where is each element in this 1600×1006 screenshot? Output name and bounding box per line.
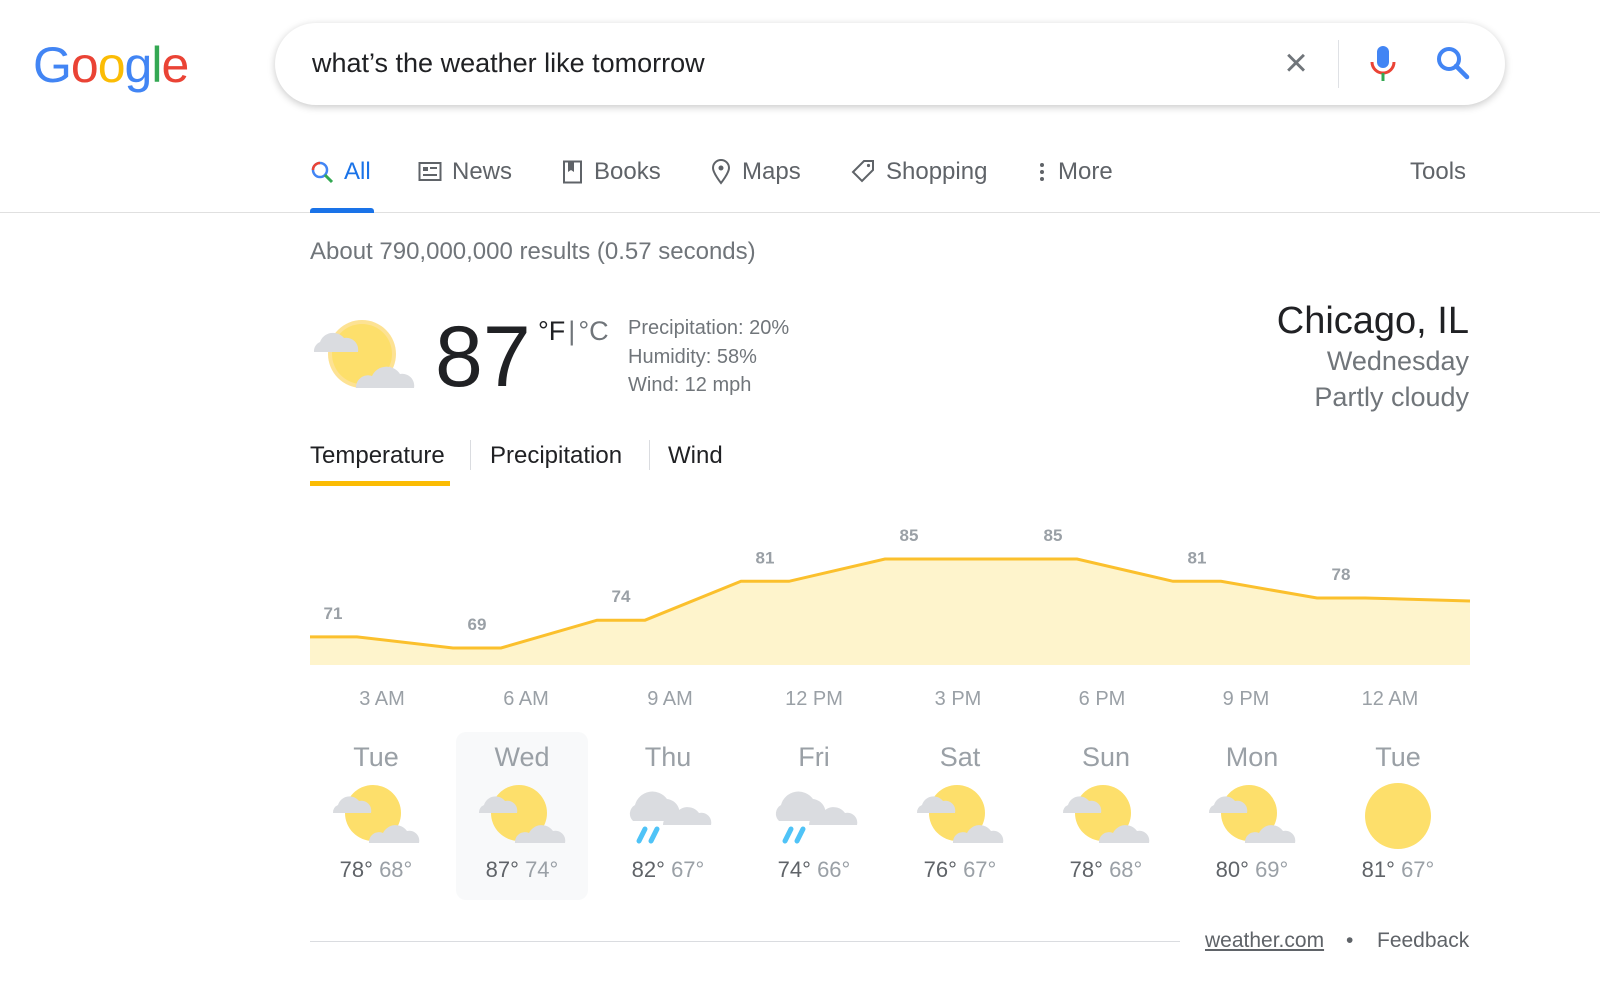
partly-cloudy-icon [1207, 781, 1297, 851]
forecast-day[interactable]: Sat 76° 67° [894, 732, 1026, 900]
high-temp: 87° [485, 857, 519, 882]
forecast-day[interactable]: Fri 74° 66° [748, 732, 880, 900]
rain-icon [623, 781, 713, 851]
day-name: Tue [1375, 742, 1421, 772]
low-temp: 69° [1255, 857, 1289, 882]
x-tick-label: 12 PM [785, 688, 843, 710]
forecast-day[interactable]: Tue 78° 68° [310, 732, 442, 900]
data-label: 69 [468, 615, 487, 634]
x-tick-label: 12 AM [1361, 688, 1419, 710]
high-temp: 82° [631, 857, 665, 882]
low-temp: 67° [963, 857, 997, 882]
data-label: 78 [1332, 565, 1351, 584]
separator: • [1346, 929, 1354, 952]
low-temp: 67° [1401, 857, 1435, 882]
divider [310, 941, 1180, 942]
sunny-icon [1353, 781, 1443, 851]
day-name: Fri [798, 742, 830, 772]
day-name: Tue [353, 742, 399, 772]
low-temp: 66° [817, 857, 851, 882]
high-temp: 74° [777, 857, 811, 882]
source-link[interactable]: weather.com [1205, 929, 1324, 953]
day-temps: 78° 68° [1040, 857, 1172, 883]
data-label: 74 [612, 587, 631, 606]
data-label: 81 [1188, 548, 1207, 567]
data-label: 81 [756, 548, 775, 567]
day-temps: 82° 67° [602, 857, 734, 883]
day-temps: 78° 68° [310, 857, 442, 883]
x-tick-label: 6 AM [503, 688, 549, 710]
partly-cloudy-icon [331, 781, 421, 851]
data-label: 85 [900, 526, 919, 545]
day-name: Wed [494, 742, 550, 772]
low-temp: 68° [1109, 857, 1143, 882]
forecast-day[interactable]: Thu 82° 67° [602, 732, 734, 900]
forecast-day[interactable]: Wed 87° 74° [456, 732, 588, 900]
day-name: Sun [1081, 742, 1131, 772]
x-tick-label: 9 AM [647, 688, 693, 710]
feedback-link[interactable]: Feedback [1377, 929, 1469, 953]
day-temps: 87° 74° [456, 857, 588, 883]
forecast-day[interactable]: Tue 81° 67° [1332, 732, 1464, 900]
high-temp: 81° [1361, 857, 1395, 882]
forecast-day[interactable]: Mon 80° 69° [1186, 732, 1318, 900]
day-temps: 80° 69° [1186, 857, 1318, 883]
high-temp: 80° [1215, 857, 1249, 882]
day-name: Mon [1225, 742, 1279, 772]
low-temp: 68° [379, 857, 413, 882]
day-temps: 76° 67° [894, 857, 1026, 883]
day-name: Thu [644, 742, 692, 772]
high-temp: 78° [339, 857, 373, 882]
x-tick-label: 3 PM [934, 688, 982, 710]
high-temp: 78° [1069, 857, 1103, 882]
x-tick-label: 3 AM [359, 688, 405, 710]
day-temps: 74° 66° [748, 857, 880, 883]
x-tick-label: 9 PM [1222, 688, 1270, 710]
partly-cloudy-icon [1061, 781, 1151, 851]
rain-icon [769, 781, 859, 851]
temperature-chart: 71 69 74 81 85 85 81 78 [310, 526, 1471, 665]
day-name: Sat [939, 742, 981, 772]
data-label: 71 [324, 604, 343, 623]
low-temp: 67° [671, 857, 705, 882]
low-temp: 74° [525, 857, 559, 882]
x-tick-label: 6 PM [1078, 688, 1126, 710]
day-temps: 81° 67° [1332, 857, 1464, 883]
high-temp: 76° [923, 857, 957, 882]
partly-cloudy-icon [915, 781, 1005, 851]
partly-cloudy-icon [477, 781, 567, 851]
data-label: 85 [1044, 526, 1063, 545]
forecast-day[interactable]: Sun 78° 68° [1040, 732, 1172, 900]
